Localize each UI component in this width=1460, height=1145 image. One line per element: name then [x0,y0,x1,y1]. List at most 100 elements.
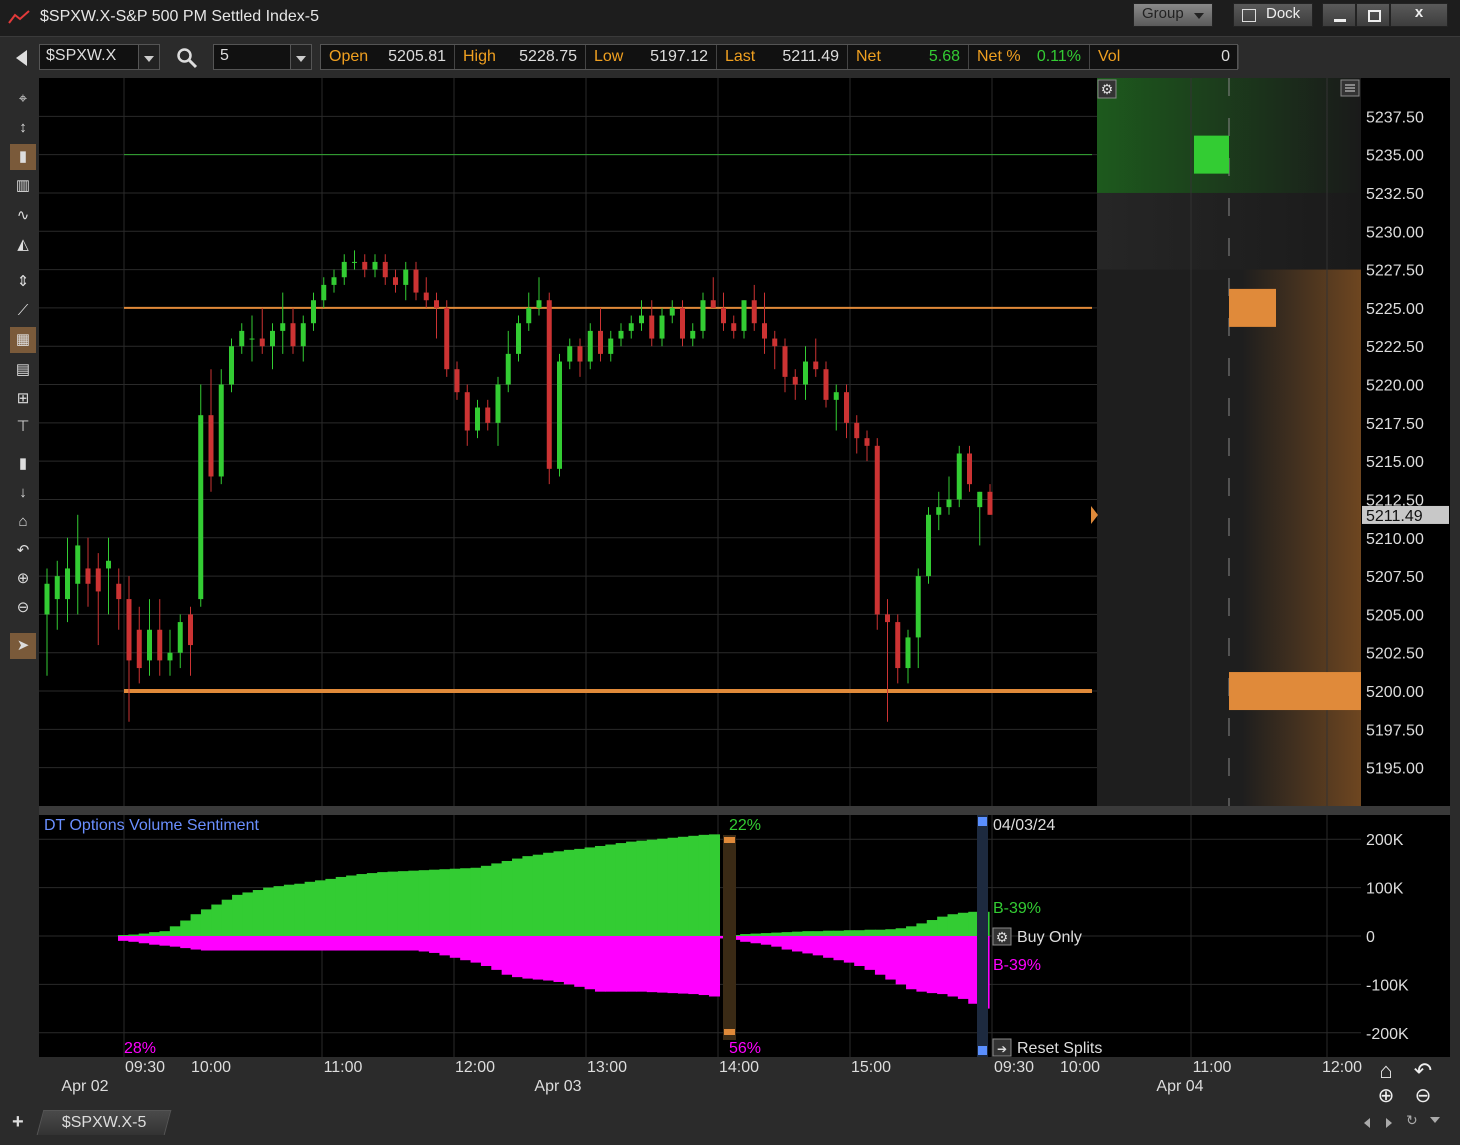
add-tab-icon[interactable]: + [12,1111,24,1134]
candle-body[interactable] [321,284,327,301]
candle-body[interactable] [208,415,214,477]
candle-body[interactable] [167,652,173,661]
date-split-bar[interactable] [977,815,988,1057]
candle-body[interactable] [259,338,265,347]
candle-body[interactable] [218,384,224,477]
candle-body[interactable] [669,307,675,316]
candle-body[interactable] [608,338,614,354]
candle-body[interactable] [700,300,706,331]
candle-body[interactable] [710,300,716,308]
candle-body[interactable] [762,323,767,339]
tab-spxw-5[interactable]: $SPXW.X-5 [36,1110,172,1135]
candle-body[interactable] [628,323,634,331]
candle-body[interactable] [495,384,501,423]
candle-body[interactable] [751,300,757,324]
candle-body[interactable] [423,292,429,301]
candle-body[interactable] [403,269,409,285]
pane-splitter[interactable] [39,806,1450,815]
candle-body[interactable] [741,300,747,331]
candle-body[interactable] [393,277,398,285]
candle-body[interactable] [454,369,460,393]
candle-body[interactable] [485,407,491,423]
candle-body[interactable] [331,277,337,285]
candle-body[interactable] [311,300,316,324]
candle-body[interactable] [926,514,931,577]
candle-body[interactable] [341,261,347,278]
candle-body[interactable] [885,614,890,623]
candle-body[interactable] [382,261,388,278]
candle-body[interactable] [690,330,696,339]
candle-body[interactable] [54,576,60,600]
candle-body[interactable] [95,568,101,592]
candle-body[interactable] [680,307,685,339]
candle-body[interactable] [516,323,521,354]
candle-body[interactable] [526,307,532,324]
candle-body[interactable] [106,560,111,569]
candle-body[interactable] [177,622,183,653]
candle-body[interactable] [116,583,122,600]
candle-body[interactable] [977,491,983,508]
candle-body[interactable] [792,376,798,385]
candle-body[interactable] [844,392,849,423]
candle-body[interactable] [444,307,450,370]
candle-body[interactable] [618,330,624,339]
candle-body[interactable] [915,576,921,638]
candle-body[interactable] [65,568,70,600]
candle-body[interactable] [639,315,644,324]
candle-body[interactable] [157,629,163,661]
candle-body[interactable] [772,338,778,347]
candle-body[interactable] [895,622,901,669]
refresh-icon[interactable]: ↻ [1406,1112,1418,1129]
candle-body[interactable] [721,307,726,324]
candle-body[interactable] [987,491,993,515]
candle-body[interactable] [864,438,870,446]
candle-body[interactable] [813,361,819,370]
candle-body[interactable] [833,392,839,400]
split-handle-bottom[interactable] [724,1029,735,1035]
candle-body[interactable] [659,315,665,339]
candle-body[interactable] [946,499,952,508]
candle-body[interactable] [352,261,357,263]
date-split-handle-top[interactable] [978,817,987,826]
candle-body[interactable] [270,330,275,347]
candle-body[interactable] [874,445,880,615]
candle-body[interactable] [290,323,296,347]
candle-body[interactable] [300,323,306,347]
candle-body[interactable] [136,629,142,669]
candle-body[interactable] [936,507,942,515]
price-pane[interactable] [39,78,1097,806]
candle-body[interactable] [557,361,562,469]
candle-body[interactable] [587,330,593,362]
date-split-handle-bottom[interactable] [978,1046,987,1055]
candle-body[interactable] [280,323,286,331]
candle-body[interactable] [249,338,255,340]
candle-body[interactable] [956,453,962,500]
candle-body[interactable] [649,315,655,339]
candle-body[interactable] [598,330,603,354]
tab-menu-icon[interactable] [1430,1117,1440,1123]
candle-body[interactable] [239,330,245,347]
candle-body[interactable] [413,269,419,293]
candle-body[interactable] [505,353,511,385]
candle-body[interactable] [905,637,911,669]
candle-body[interactable] [823,369,829,400]
candle-body[interactable] [967,453,972,485]
candle-body[interactable] [147,629,152,661]
candle-body[interactable] [567,346,573,362]
candle-body[interactable] [434,300,439,308]
candle-body[interactable] [464,392,470,431]
candle-body[interactable] [803,361,808,385]
candle-body[interactable] [536,300,542,308]
candle-body[interactable] [782,346,788,377]
candle-body[interactable] [372,261,378,270]
candle-body[interactable] [126,599,132,661]
candle-body[interactable] [229,346,234,385]
candle-body[interactable] [475,407,480,431]
candle-body[interactable] [44,583,50,615]
split-handle-top[interactable] [724,837,735,843]
candle-body[interactable] [854,422,860,439]
candle-body[interactable] [546,300,552,469]
scroll-right-icon[interactable] [1386,1118,1392,1128]
chart-area[interactable]: 5237.50 5235.00 5232.50 5230.00 5227.50 5225.… [0,0,1460,1108]
candle-body[interactable] [75,545,81,584]
